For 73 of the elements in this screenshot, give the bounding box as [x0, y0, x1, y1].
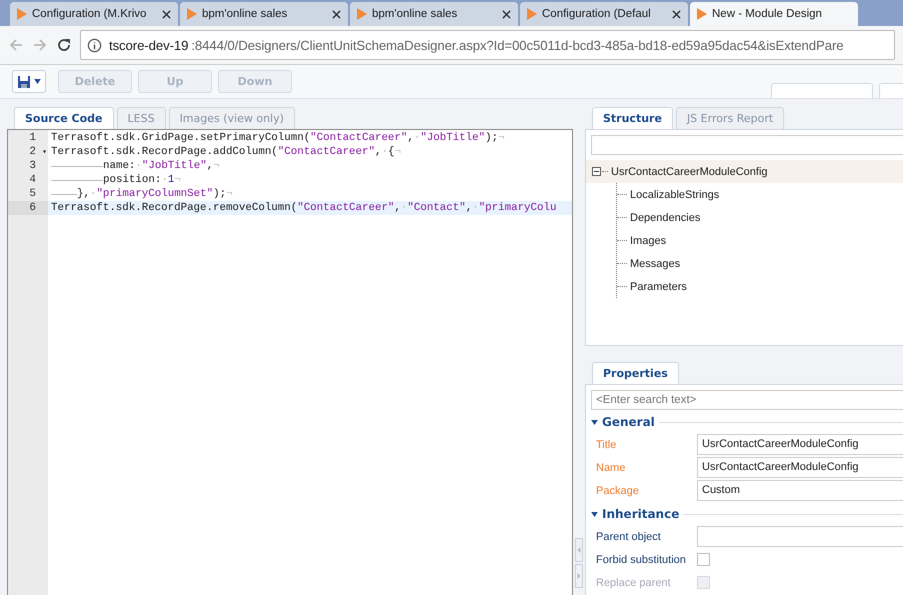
play-icon	[527, 8, 537, 20]
code-line: name:·"JobTitle",¬	[48, 159, 572, 173]
structure-tab[interactable]: Structure	[592, 107, 673, 129]
tree-item[interactable]: Messages	[630, 258, 680, 270]
fold-icon[interactable]: ▾	[42, 147, 47, 157]
caret-icon[interactable]	[591, 420, 598, 424]
tab-title: bpm'online sales	[202, 8, 288, 20]
tree-label: UsrContactCareerModuleConfig	[611, 166, 768, 178]
reload-icon[interactable]	[56, 37, 72, 53]
tree-item[interactable]: Images	[630, 234, 666, 246]
address-field[interactable]: tscore-dev-19 :8444/0/Designers/ClientUnitSchemaDesigner.aspx?Id=00c5011d-bcd3-485a-bd18-ed59a95dac54&isExtendPare	[80, 30, 895, 60]
tree-root[interactable]: UsrContactCareerModuleConfig	[586, 160, 903, 183]
code-line: Terrasoft.sdk.GridPage.setPrimaryColumn("ContactCareer",·"JobTitle");¬	[50, 131, 506, 145]
url-path: :8444/0/Designers/ClientUnitSchemaDesigner.aspx?Id=00c5011d-bcd3-485a-bd18-ed59a95dac54&isExtendPare	[191, 38, 844, 52]
group-title: General	[602, 415, 655, 429]
code-editor[interactable]	[7, 129, 573, 595]
property-label: Parent object	[595, 530, 662, 542]
play-icon	[697, 8, 707, 20]
url-host: tscore-dev-19	[109, 38, 188, 52]
browser-tab[interactable]: Configuration (Defaul	[520, 2, 688, 26]
checkbox[interactable]	[697, 553, 710, 566]
property-field[interactable]	[697, 526, 903, 547]
save-button[interactable]	[12, 70, 46, 93]
tree-item[interactable]: Dependencies	[630, 212, 700, 224]
property-field[interactable]: UsrContactCareerModuleConfig	[697, 434, 903, 455]
property-field[interactable]: UsrContactCareerModuleConfig	[697, 457, 903, 478]
collapse-right-icon[interactable]	[575, 564, 583, 588]
line-number: 5	[29, 188, 36, 200]
close-icon[interactable]	[672, 10, 681, 18]
property-label: Replace parent	[595, 576, 672, 588]
line-number: 1	[29, 132, 36, 144]
collapse-icon[interactable]	[592, 167, 601, 176]
tab-title: New - Module Design	[712, 8, 823, 20]
search-field[interactable]: <Enter search text>	[591, 390, 903, 410]
property-label: Title	[595, 438, 618, 450]
collapse-left-icon[interactable]	[575, 538, 583, 562]
forward-icon[interactable]	[32, 37, 48, 53]
properties-tab[interactable]: Properties	[592, 362, 679, 384]
caret-icon[interactable]	[34, 79, 41, 84]
editor-tab[interactable]: Source Code	[14, 107, 114, 129]
property-label: Package	[595, 484, 640, 496]
code-line: },·"primaryColumnSet");¬	[48, 187, 572, 201]
browser-tab[interactable]: New - Module Design	[690, 2, 858, 26]
browser-tab[interactable]: bpm'online sales	[350, 2, 518, 26]
tree-item[interactable]: LocalizableStrings	[630, 188, 720, 200]
close-icon[interactable]	[502, 10, 511, 18]
tab-title: Configuration (Defaul	[542, 8, 652, 20]
info-icon	[87, 38, 102, 52]
tab-title: Configuration (M.Krivo	[32, 8, 148, 20]
property-label: Forbid substitution	[595, 554, 687, 566]
tree-item[interactable]: Parameters	[630, 280, 687, 292]
browser-tab[interactable]: Configuration (M.Krivo	[10, 2, 178, 26]
group-title: Inheritance	[602, 507, 680, 521]
line-number: 3	[29, 160, 36, 172]
play-icon	[187, 8, 197, 20]
property-label: Name	[595, 462, 626, 474]
search-field[interactable]	[591, 135, 903, 155]
code-line: position:·1¬	[48, 173, 572, 187]
close-icon[interactable]	[332, 10, 341, 18]
play-icon	[17, 8, 27, 20]
line-number: 2	[29, 146, 36, 158]
tab-title: bpm'online sales	[372, 8, 458, 20]
back-icon[interactable]	[8, 37, 24, 53]
toolbar-button[interactable]	[771, 83, 873, 98]
play-icon	[357, 8, 367, 20]
line-number: 4	[29, 174, 36, 186]
toolbar-button[interactable]	[879, 83, 903, 98]
close-icon[interactable]	[162, 10, 171, 18]
line-number: 6	[29, 202, 36, 214]
caret-icon[interactable]	[591, 512, 598, 516]
property-field[interactable]: Custom	[697, 480, 903, 501]
code-line: Terrasoft.sdk.RecordPage.addColumn("ContactCareer",·{¬	[50, 145, 402, 159]
browser-tab[interactable]: bpm'online sales	[180, 2, 348, 26]
